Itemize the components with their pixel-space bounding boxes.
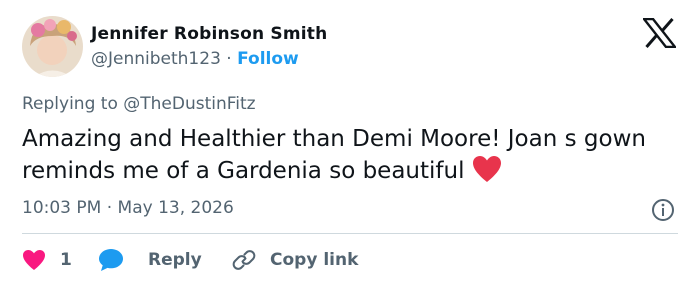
author-name[interactable]: Jennifer Robinson Smith: [91, 24, 327, 44]
tweet-time: 10:03 PM: [22, 198, 102, 218]
like-count: 1: [60, 250, 72, 270]
action-bar: 1 Reply Copy link: [22, 244, 678, 276]
reply-button[interactable]: Reply: [98, 244, 202, 276]
link-icon: [232, 248, 256, 272]
red-heart-emoji-icon: [472, 155, 502, 183]
like-button[interactable]: 1: [22, 244, 72, 276]
replying-to-handle[interactable]: @TheDustinFitz: [123, 94, 255, 114]
tweet-timestamp[interactable]: 10:03 PM · May 13, 2026: [22, 198, 234, 218]
follow-button[interactable]: Follow: [237, 49, 299, 69]
heart-icon: [22, 249, 46, 271]
tweet-text: Amazing and Healthier than Demi Moore! J…: [22, 123, 662, 187]
author-handle[interactable]: @Jennibeth123: [91, 49, 221, 69]
copy-link-button[interactable]: Copy link: [232, 244, 358, 276]
handle-separator: ·: [226, 49, 232, 69]
copy-link-label: Copy link: [270, 250, 359, 270]
tweet-text-content: Amazing and Healthier than Demi Moore! J…: [22, 126, 646, 184]
info-icon[interactable]: [651, 198, 675, 222]
replying-to: Replying to @TheDustinFitz: [22, 94, 256, 114]
x-logo-icon[interactable]: [641, 17, 678, 49]
replying-to-label: Replying to: [22, 94, 118, 114]
tweet-date: May 13, 2026: [117, 198, 234, 218]
reply-bubble-icon: [98, 248, 124, 272]
author-handle-line: @Jennibeth123 · Follow: [91, 49, 299, 69]
reply-label: Reply: [148, 250, 202, 270]
meta-separator: ·: [106, 198, 113, 218]
divider: [22, 233, 678, 234]
avatar[interactable]: [22, 16, 83, 77]
